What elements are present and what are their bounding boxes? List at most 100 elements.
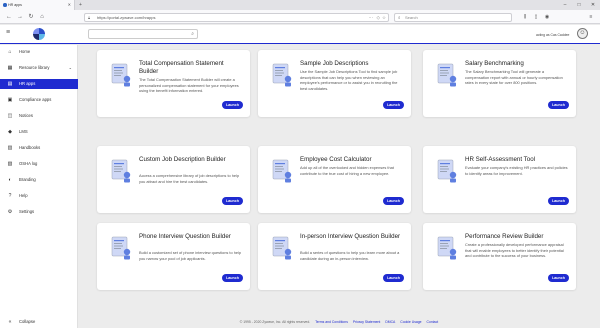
sidebar-item-home[interactable]: ⌂ Home xyxy=(0,47,78,57)
launch-button[interactable]: Launch xyxy=(222,197,243,205)
footer-link-cookie[interactable]: Cookie Usage xyxy=(400,320,421,324)
sidebar-item-lms[interactable]: ◆ LMS xyxy=(0,127,78,137)
app-search-input[interactable]: ⌕ xyxy=(88,29,198,39)
osha-log-icon: ▧ xyxy=(7,161,13,167)
collapse-button[interactable]: « Collapse xyxy=(0,317,78,327)
acting-as-label: acting as Cas Caddee xyxy=(536,32,570,37)
zywave-logo[interactable] xyxy=(33,28,45,40)
sidebar-item-label: LMS xyxy=(19,129,28,134)
card-description: Build a customized set of phone intervie… xyxy=(139,250,242,261)
extensions-icon[interactable]: ◉ xyxy=(542,10,552,24)
footer-link-contact[interactable]: Contact xyxy=(427,320,439,324)
app-card: HR Self-Assessment Tool Evaluate your com… xyxy=(423,146,576,213)
collapse-label: Collapse xyxy=(19,319,36,324)
card-title: Sample Job Descriptions xyxy=(300,60,369,67)
sidebar-item-label: HR apps xyxy=(19,81,36,86)
phone-interview-icon xyxy=(111,236,131,260)
sidebar-item-handbooks[interactable]: ▥ Handbooks xyxy=(0,143,78,153)
bookmark-star-icon[interactable]: ☆ xyxy=(382,14,386,21)
search-placeholder: Search xyxy=(405,14,418,20)
card-description: The Salary Benchmarking Tool will genera… xyxy=(465,69,563,86)
launch-button[interactable]: Launch xyxy=(548,197,569,205)
performance-review-icon xyxy=(437,236,457,260)
hamburger-menu-icon[interactable]: ≡ xyxy=(6,29,10,36)
footer-link-terms[interactable]: Terms and Conditions xyxy=(315,320,348,324)
card-description: Use the Sample Job Descriptions Tool to … xyxy=(300,69,398,91)
forward-icon[interactable]: → xyxy=(15,10,25,24)
user-avatar[interactable]: ☺ xyxy=(577,28,588,39)
sidebar-item-label: Notices xyxy=(19,113,33,118)
home-icon: ⌂ xyxy=(8,49,12,55)
card-title: Phone Interview Question Builder xyxy=(139,233,231,240)
new-tab-icon[interactable]: + xyxy=(79,0,82,10)
card-description: Access a comprehensive library of job de… xyxy=(139,173,240,184)
tab-favicon-icon xyxy=(3,3,7,7)
sidebar-item-compliance-apps[interactable]: ▣ Compliance apps xyxy=(0,95,78,105)
sidebar-item-notices[interactable]: ◫ Notices xyxy=(0,111,78,121)
in-person-interview-icon xyxy=(272,236,292,260)
close-window-icon[interactable]: ✕ xyxy=(586,0,600,10)
reader-view-icon[interactable]: ▯ xyxy=(531,10,541,24)
card-description: Evaluate your company's existing HR prac… xyxy=(465,165,568,176)
sidebar-item-branding[interactable]: ◐ Branding xyxy=(0,175,78,185)
resource-library-icon: ▦ xyxy=(7,65,13,71)
sidebar-item-osha-log[interactable]: ▧ OSHA log xyxy=(0,159,78,169)
sidebar-item-label: Handbooks xyxy=(19,145,41,150)
maximize-icon[interactable]: □ xyxy=(572,0,586,10)
app-card: Custom Job Description Builder Access a c… xyxy=(97,146,250,213)
card-title: HR Self-Assessment Tool xyxy=(465,156,536,163)
handbooks-icon: ▥ xyxy=(7,145,13,151)
browser-tab-bar: HR apps ✕ + – □ ✕ xyxy=(0,0,600,10)
url-bar[interactable]: 🔒︎ https://portal.zywave.com/hrapps ⋯ ◇ … xyxy=(84,12,389,22)
sidebar-item-label: OSHA log xyxy=(19,161,38,166)
app-card: Performance Review Builder Create a profe… xyxy=(423,223,576,290)
reload-icon[interactable]: ↻ xyxy=(26,10,36,24)
settings-icon: ⚙ xyxy=(7,209,13,215)
launch-button[interactable]: Launch xyxy=(548,274,569,282)
launch-button[interactable]: Launch xyxy=(548,101,569,109)
sidebar-item-label: Help xyxy=(19,193,28,198)
browser-tab[interactable]: HR apps ✕ xyxy=(0,0,75,10)
sidebar-item-label: Branding xyxy=(19,177,36,182)
job-descriptions-icon xyxy=(272,63,292,87)
browser-search-input[interactable]: ⌕ Search xyxy=(394,12,512,22)
footer-link-dmca[interactable]: DMCA xyxy=(385,320,395,324)
cost-calculator-icon xyxy=(272,159,292,183)
home-browser-icon[interactable]: ⌂ xyxy=(37,10,47,24)
minimize-icon[interactable]: – xyxy=(558,0,572,10)
card-title: Employee Cost Calculator xyxy=(300,156,372,163)
pocket-icon[interactable]: ◇ xyxy=(377,14,380,21)
browser-menu-icon[interactable]: ≡ xyxy=(586,10,596,24)
app-card: In-person Interview Question Builder Buil… xyxy=(258,223,411,290)
app-header: ≡ ⌕ acting as Cas Caddee ☺ xyxy=(0,25,600,44)
notices-icon: ◫ xyxy=(7,113,13,119)
browser-navbar: ← → ↻ ⌂ 🔒︎ https://portal.zywave.com/hra… xyxy=(0,10,600,24)
app-card: Total Compensation Statement Builder The … xyxy=(97,50,250,117)
launch-button[interactable]: Launch xyxy=(222,101,243,109)
collapse-icon: « xyxy=(8,319,12,325)
launch-button[interactable]: Launch xyxy=(383,101,404,109)
page-actions-icon[interactable]: ⋯ xyxy=(369,14,374,21)
lock-icon: 🔒︎ xyxy=(88,14,91,20)
sidebar: ⌂ Home ▦ Resource library ⌄ ▤ HR apps ▣ Complian… xyxy=(0,45,78,328)
sidebar-item-resource-library[interactable]: ▦ Resource library ⌄ xyxy=(0,63,78,73)
sidebar-item-label: Settings xyxy=(19,209,35,214)
launch-button[interactable]: Launch xyxy=(383,274,404,282)
footer-link-privacy[interactable]: Privacy Statement xyxy=(353,320,381,324)
launch-button[interactable]: Launch xyxy=(383,197,404,205)
search-icon: ⌕ xyxy=(398,14,401,20)
sidebar-item-settings[interactable]: ⚙ Settings xyxy=(0,207,78,217)
sidebar-item-label: Compliance apps xyxy=(19,97,52,102)
sidebar-item-label: Resource library xyxy=(19,65,50,70)
sidebar-item-hr-apps[interactable]: ▤ HR apps xyxy=(0,79,78,89)
chevron-down-icon[interactable]: ⌄ xyxy=(69,63,72,73)
card-description: Add up all of the overlooked and hidden … xyxy=(300,165,394,176)
launch-button[interactable]: Launch xyxy=(222,274,243,282)
app-search-icon: ⌕ xyxy=(191,31,194,37)
close-tab-icon[interactable]: ✕ xyxy=(68,0,71,10)
compliance-apps-icon: ▣ xyxy=(7,97,13,103)
sidebar-item-help[interactable]: ? Help xyxy=(0,191,78,201)
help-icon: ? xyxy=(8,193,12,199)
library-icon[interactable]: ⫼ xyxy=(520,10,530,24)
back-icon[interactable]: ← xyxy=(4,10,14,24)
